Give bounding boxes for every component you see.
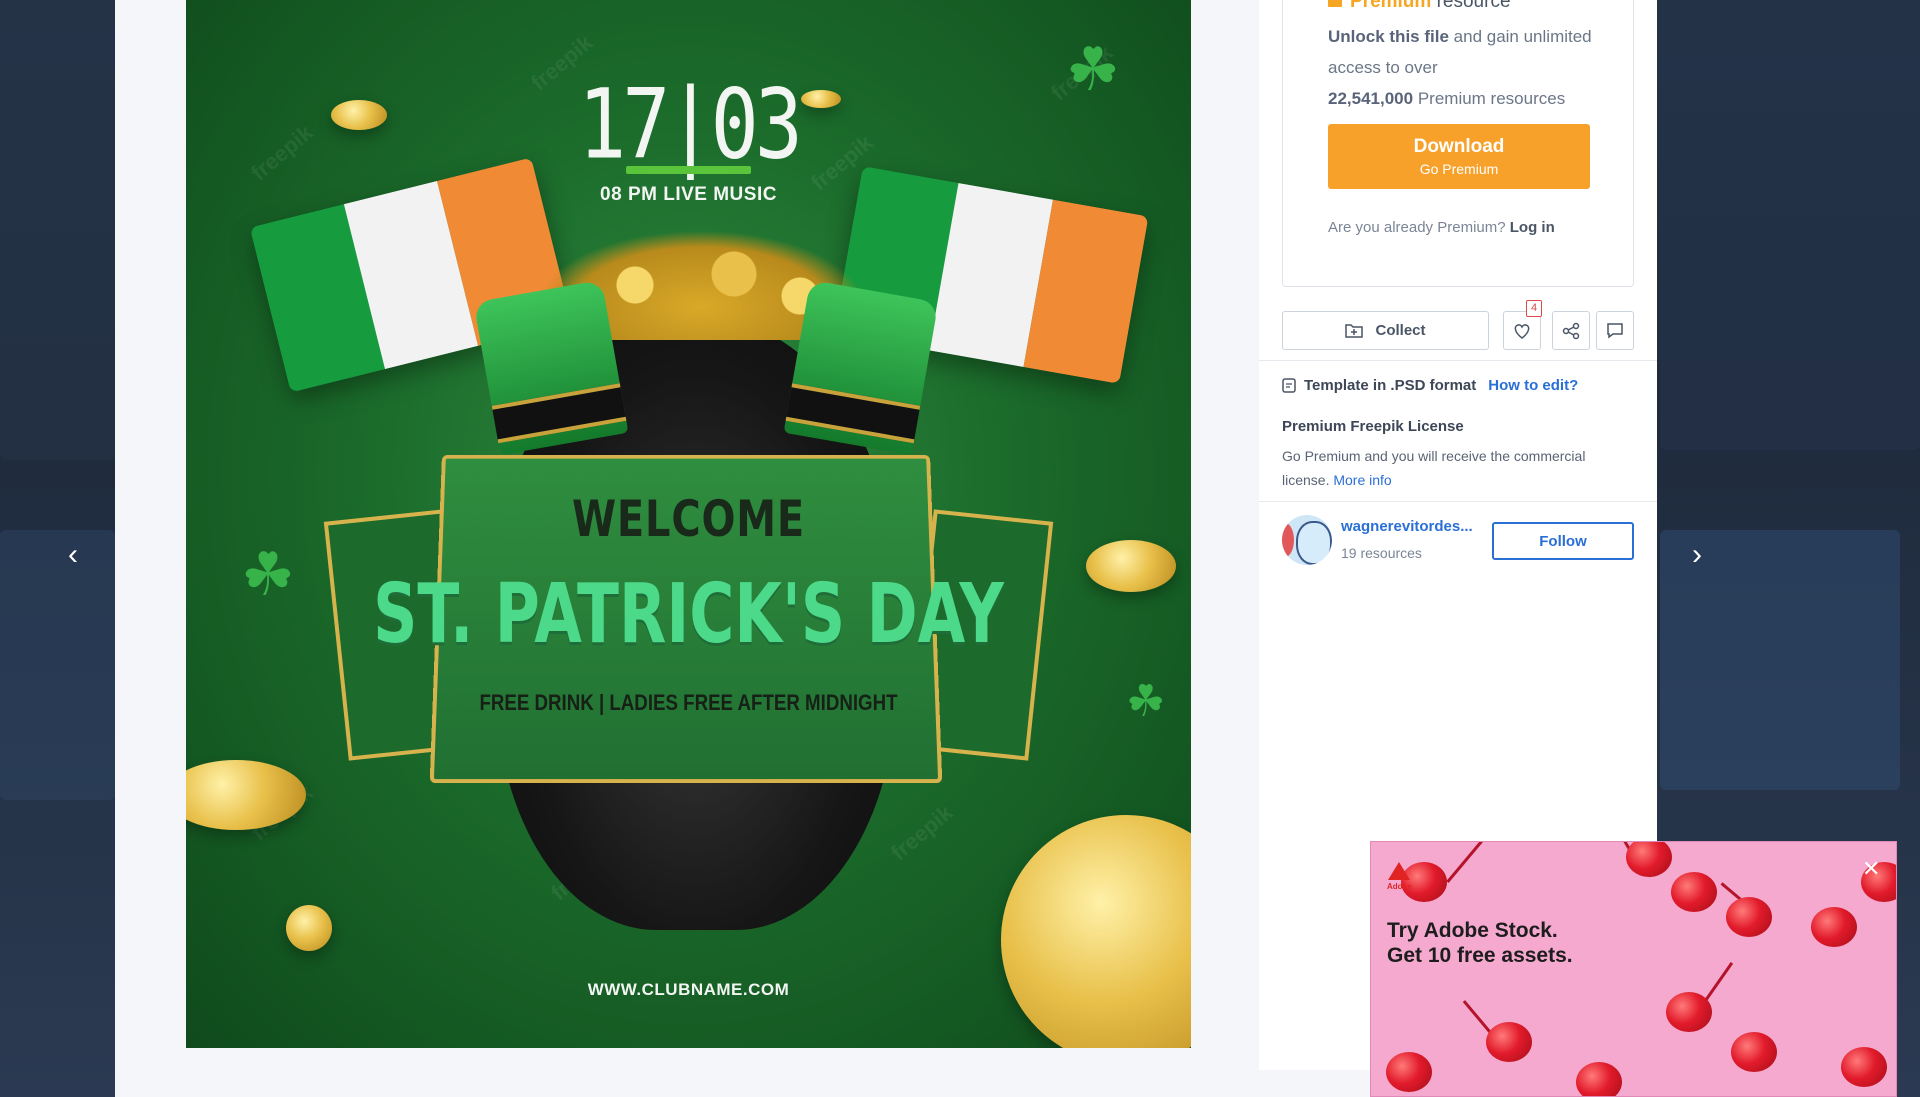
cherry-graphic	[1386, 1052, 1432, 1092]
cherry-graphic	[1731, 1032, 1777, 1072]
poster-preview[interactable]: freepik freepik freepik freepik freepik …	[186, 0, 1191, 1048]
cherry-graphic	[1811, 907, 1857, 947]
event-date: 17|03	[578, 68, 803, 181]
divider	[1259, 360, 1657, 361]
avatar[interactable]	[1282, 515, 1332, 565]
follow-button[interactable]: Follow	[1492, 522, 1634, 560]
cherry-graphic	[1671, 872, 1717, 912]
close-icon[interactable]: ✕	[1862, 856, 1880, 882]
format-info: Template in .PSD format How to edit?	[1282, 377, 1578, 394]
share-button[interactable]	[1552, 311, 1590, 350]
backdrop-thumbnail	[1660, 0, 1920, 450]
gold-coin	[1086, 540, 1176, 592]
shamrock-icon: ☘	[1126, 677, 1166, 726]
leprechaun-hat-left	[473, 279, 629, 456]
collect-button[interactable]: Collect	[1282, 311, 1489, 350]
cherry-stem	[1446, 842, 1488, 883]
login-link[interactable]: Log in	[1510, 219, 1555, 236]
crown-icon	[1328, 0, 1342, 7]
shamrock-icon: ☘	[241, 541, 295, 608]
more-info-link[interactable]: More info	[1333, 472, 1391, 488]
premium-label: Premium resource	[1328, 0, 1511, 13]
next-button[interactable]: ›	[1682, 540, 1712, 570]
cherry-graphic	[1576, 1062, 1622, 1096]
comment-icon	[1607, 323, 1623, 339]
backdrop-thumbnail	[0, 530, 115, 800]
backdrop-thumbnail	[0, 0, 115, 460]
cherry-graphic	[1726, 897, 1772, 937]
author-name[interactable]: wagnerevitordes...	[1341, 518, 1473, 535]
unlock-text: Unlock this file and gain unlimited acce…	[1328, 27, 1592, 108]
go-premium-label: Go Premium	[1419, 161, 1499, 177]
download-button[interactable]: Download Go Premium	[1328, 124, 1590, 189]
poster-tagline: FREE DRINK | LADIES FREE AFTER MIDNIGHT	[479, 690, 898, 715]
folder-plus-icon	[1345, 324, 1364, 338]
gold-coin-large	[1001, 815, 1191, 1048]
welcome-text: WELCOME	[571, 490, 806, 548]
watermark: freepik	[886, 799, 958, 866]
premium-card: Premium resource Unlock this file and ga…	[1282, 0, 1634, 287]
author-resources: 19 resources	[1341, 545, 1422, 561]
chevron-left-icon: ‹	[68, 538, 78, 571]
comment-button[interactable]	[1596, 311, 1634, 350]
poster-url: WWW.CLUBNAME.COM	[587, 980, 790, 999]
leprechaun-hat-right	[783, 279, 939, 456]
poster-title: ST. PATRICK'S DAY	[373, 567, 1004, 662]
download-label: Download	[1413, 136, 1505, 157]
cherry-graphic	[1626, 842, 1672, 877]
heart-icon	[1514, 323, 1530, 339]
previous-button[interactable]: ‹	[58, 540, 88, 570]
adobe-logo: Adobe	[1387, 862, 1412, 894]
license-text: Go Premium and you will receive the comm…	[1282, 448, 1586, 488]
adobe-stock-ad[interactable]: Adobe Try Adobe Stock. Get 10 free asset…	[1370, 841, 1897, 1097]
cherry-graphic	[1666, 992, 1712, 1032]
cherry-graphic	[1486, 1022, 1532, 1062]
chevron-right-icon: ›	[1692, 538, 1702, 571]
ad-headline: Try Adobe Stock. Get 10 free assets.	[1387, 919, 1573, 967]
date-underline	[626, 166, 751, 174]
event-subtitle: 08 PM LIVE MUSIC	[600, 184, 777, 205]
cherry-graphic	[1841, 1047, 1887, 1087]
file-icon	[1282, 378, 1296, 393]
how-to-edit-link[interactable]: How to edit?	[1488, 377, 1578, 394]
license-title: Premium Freepik License	[1282, 418, 1464, 435]
author-card: wagnerevitordes... 19 resources Follow	[1282, 513, 1634, 565]
gold-coin	[286, 905, 332, 951]
login-prompt: Are you already Premium? Log in	[1328, 219, 1555, 236]
share-icon	[1562, 322, 1580, 339]
divider	[1259, 501, 1657, 502]
likes-count-badge: 4	[1526, 300, 1542, 317]
action-bar: Collect 4	[1282, 300, 1634, 350]
